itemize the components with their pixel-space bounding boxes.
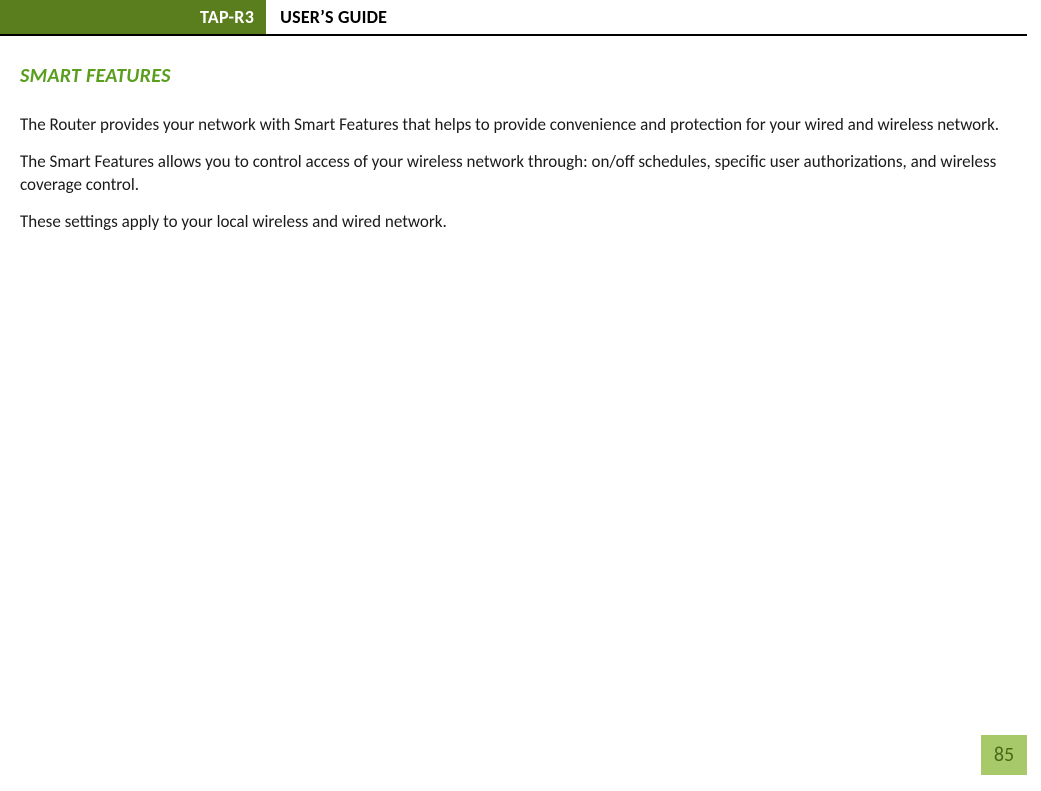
product-badge: TAP-R3 <box>0 0 266 34</box>
document-title: USER’S GUIDE <box>266 0 401 34</box>
body-paragraph: These settings apply to your local wirel… <box>20 211 1021 234</box>
page-content: SMART FEATURES The Router provides your … <box>0 36 1041 234</box>
body-paragraph: The Router provides your network with Sm… <box>20 114 1021 137</box>
body-paragraph: The Smart Features allows you to control… <box>20 151 1021 197</box>
document-header: TAP-R3 USER’S GUIDE <box>0 0 1027 36</box>
section-heading: SMART FEATURES <box>20 64 1021 88</box>
page-number: 85 <box>981 735 1027 775</box>
